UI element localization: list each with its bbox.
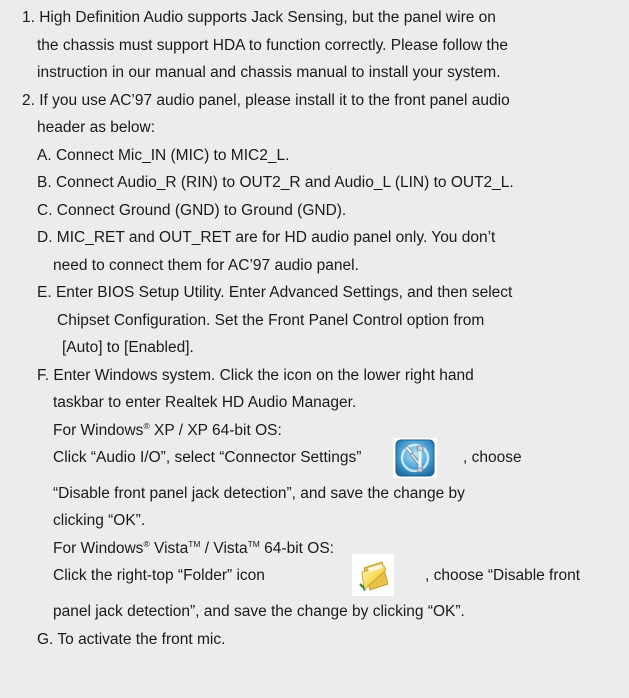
text-line: Click the right-top “Folder” icon bbox=[53, 567, 265, 584]
text-line: , choose “Disable front bbox=[425, 567, 581, 584]
text-line: [Auto] to [Enabled]. bbox=[62, 339, 194, 356]
text-line-windows-vista: For Windows® VistaTM / VistaTM 64-bit OS… bbox=[53, 539, 334, 559]
text-line: clicking “OK”. bbox=[53, 512, 146, 529]
text-span: 64-bit OS: bbox=[259, 540, 334, 557]
text-line: C. Connect Ground (GND) to Ground (GND). bbox=[37, 202, 347, 219]
text-line: B. Connect Audio_R (RIN) to OUT2_R and A… bbox=[37, 174, 514, 191]
text-span: For Windows bbox=[53, 540, 144, 557]
text-line: A. Connect Mic_IN (MIC) to MIC2_L. bbox=[37, 147, 290, 164]
text-line: Chipset Configuration. Set the Front Pan… bbox=[57, 312, 485, 329]
text-line: header as below: bbox=[37, 119, 156, 136]
text-span: / Vista bbox=[200, 540, 248, 557]
folder-icon bbox=[352, 554, 394, 596]
text-line: , choose bbox=[463, 449, 522, 466]
text-line: G. To activate the front mic. bbox=[37, 631, 226, 648]
text-line: “Disable front panel jack detection”, an… bbox=[53, 485, 465, 502]
text-line: E. Enter BIOS Setup Utility. Enter Advan… bbox=[37, 284, 513, 301]
trademark-mark: TM bbox=[247, 539, 260, 549]
text-span: XP / XP 64-bit OS: bbox=[149, 422, 282, 439]
connector-settings-icon bbox=[393, 438, 437, 478]
manual-page: 1. High Definition Audio supports Jack S… bbox=[0, 0, 629, 698]
text-line: instruction in our manual and chassis ma… bbox=[37, 64, 501, 81]
text-line: panel jack detection”, and save the chan… bbox=[53, 603, 465, 620]
text-line: F. Enter Windows system. Click the icon … bbox=[37, 367, 474, 384]
text-line: need to connect them for AC’97 audio pan… bbox=[53, 257, 359, 274]
trademark-mark: TM bbox=[188, 539, 201, 549]
text-line: Click “Audio I/O”, select “Connector Set… bbox=[53, 449, 362, 466]
text-line: 2. If you use AC’97 audio panel, please … bbox=[22, 92, 510, 109]
text-line: the chassis must support HDA to function… bbox=[37, 37, 508, 54]
text-line: D. MIC_RET and OUT_RET are for HD audio … bbox=[37, 229, 496, 246]
text-line: 1. High Definition Audio supports Jack S… bbox=[22, 9, 496, 26]
text-line-windows-xp: For Windows® XP / XP 64-bit OS: bbox=[53, 421, 282, 441]
text-span: For Windows bbox=[53, 422, 144, 439]
text-span: Vista bbox=[149, 540, 189, 557]
text-line: taskbar to enter Realtek HD Audio Manage… bbox=[53, 394, 357, 411]
